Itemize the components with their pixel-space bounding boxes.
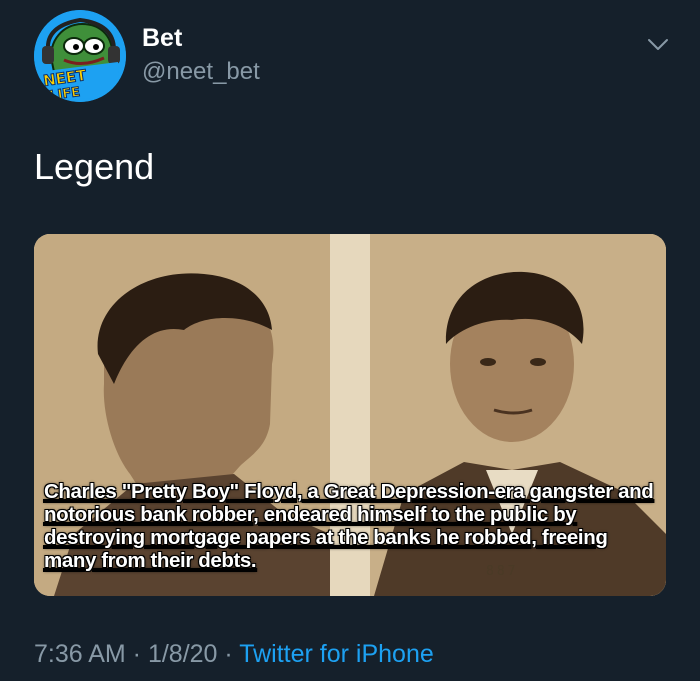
chevron-down-icon[interactable] <box>644 30 672 58</box>
tweet-metadata: 7:36 AM · 1/8/20 · Twitter for iPhone <box>34 640 434 669</box>
user-handle[interactable]: @neet_bet <box>142 58 260 86</box>
pepe-frog-icon: NEET LIFE <box>34 10 126 102</box>
tweet-image[interactable]: 887 Charles "Pretty Boy" Floyd, a Great … <box>34 234 666 596</box>
display-name[interactable]: Bet <box>142 24 182 53</box>
tweet-text: Legend <box>34 146 155 187</box>
tweet-time[interactable]: 7:36 AM <box>34 640 126 668</box>
meta-separator: · <box>125 640 148 668</box>
avatar[interactable]: NEET LIFE <box>34 10 126 102</box>
image-caption: Charles "Pretty Boy" Floyd, a Great Depr… <box>44 480 654 572</box>
tweet-date[interactable]: 1/8/20 <box>148 640 218 668</box>
tweet-source-link[interactable]: Twitter for iPhone <box>239 640 434 668</box>
meta-separator: · <box>217 640 240 668</box>
